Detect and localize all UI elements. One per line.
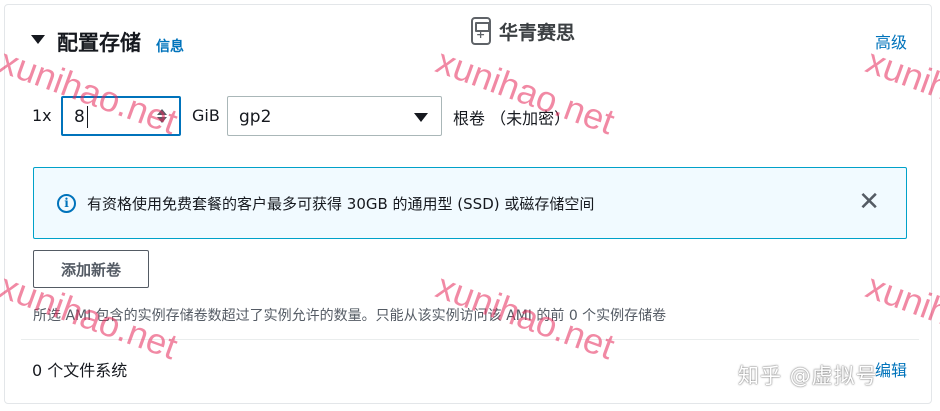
storage-panel: 配置存储 信息 华青赛思 高级 1x 8 GiB gp2 根卷 （未加密） i …: [4, 4, 932, 404]
stepper-up-icon[interactable]: [157, 109, 167, 115]
volume-size-value: 8: [74, 107, 85, 127]
zhihu-watermark: 知乎 @虚拟号: [738, 364, 878, 388]
volume-description: 根卷 （未加密）: [453, 109, 571, 128]
free-tier-alert: i 有资格使用免费套餐的客户最多可获得 30GB 的通用型 (SSD) 或磁存储…: [33, 167, 907, 239]
volume-type-value: gp2: [239, 107, 272, 127]
collapse-caret-icon[interactable]: [31, 35, 45, 44]
chevron-down-icon[interactable]: [414, 113, 428, 122]
instance-store-warning: 所选 AMI 包含的实例存储卷数超过了实例允许的数量。只能从该实例访问该 AMI…: [33, 308, 667, 324]
section-header: 配置存储 信息 华青赛思 高级: [5, 5, 931, 79]
brand: 华青赛思: [471, 17, 575, 45]
text-cursor: [87, 106, 88, 128]
info-link[interactable]: 信息: [156, 36, 184, 56]
volume-size-input[interactable]: 8: [61, 96, 181, 136]
section-title[interactable]: 配置存储: [57, 27, 141, 57]
volume-type-select[interactable]: gp2: [227, 96, 442, 136]
advanced-link[interactable]: 高级: [875, 29, 907, 53]
info-icon: i: [57, 194, 76, 213]
brand-name: 华青赛思: [499, 21, 576, 44]
stepper-icon[interactable]: [157, 109, 167, 123]
file-system-count: 0 个文件系统: [32, 361, 128, 380]
stepper-down-icon[interactable]: [157, 117, 167, 123]
alert-message: 有资格使用免费套餐的客户最多可获得 30GB 的通用型 (SSD) 或磁存储空间: [87, 195, 595, 213]
divider: [21, 339, 919, 340]
calculator-icon: [471, 17, 491, 45]
volume-count: 1x: [32, 106, 52, 125]
edit-link[interactable]: 编辑: [875, 357, 907, 381]
volume-row: 1x 8 GiB gp2 根卷 （未加密）: [5, 93, 931, 139]
add-volume-button[interactable]: 添加新卷: [33, 250, 149, 288]
close-icon[interactable]: ✕: [858, 189, 880, 215]
size-unit: GiB: [192, 106, 220, 125]
